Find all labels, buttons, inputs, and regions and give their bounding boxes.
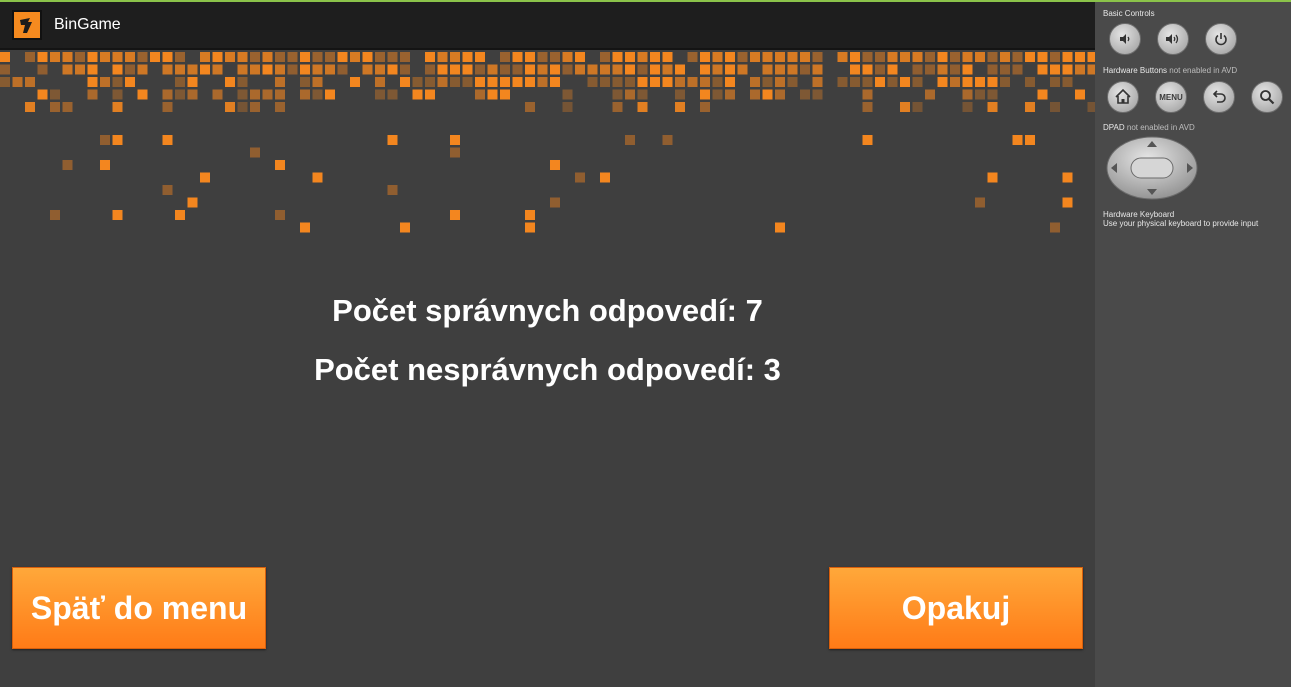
search-button[interactable]: [1251, 81, 1283, 113]
dpad-control[interactable]: [1105, 135, 1199, 201]
back-to-menu-button[interactable]: Späť do menu: [12, 567, 266, 649]
dpad-title: DPAD: [1103, 123, 1125, 132]
hardware-keyboard-note: Use your physical keyboard to provide in…: [1103, 219, 1259, 228]
action-bar: BinGame: [0, 2, 1095, 50]
hardware-buttons-title: Hardware Buttons: [1103, 66, 1168, 75]
wrong-answers-count: Počet nesprávnych odpovedí: 3: [314, 352, 781, 387]
app-title: BinGame: [54, 16, 121, 33]
volume-down-button[interactable]: [1109, 23, 1141, 55]
menu-button-label: MENU: [1159, 92, 1183, 102]
correct-answers-count: Počet správnych odpovedí: 7: [332, 293, 763, 328]
pixel-banner-decoration: [0, 52, 1095, 233]
device-screen: BinGame Počet správnych odpovedí: 7 Poče…: [0, 2, 1095, 687]
power-icon: [1215, 33, 1227, 46]
hardware-buttons-label: Hardware Buttons not enabled in AVD: [1103, 66, 1237, 75]
app-logo-icon: [12, 10, 42, 40]
power-button[interactable]: [1205, 23, 1237, 55]
hardware-buttons-note: not enabled in AVD: [1169, 66, 1238, 75]
emulator-control-panel: Basic Controls Hardware Buttons not enab…: [1095, 2, 1291, 687]
home-button[interactable]: [1107, 81, 1139, 113]
home-icon: [1115, 88, 1131, 104]
back-arrow-icon: [1212, 90, 1226, 103]
hardware-keyboard-title: Hardware Keyboard: [1103, 210, 1175, 219]
back-button[interactable]: [1203, 81, 1235, 113]
volume-up-icon: [1166, 34, 1179, 44]
basic-controls-label: Basic Controls: [1103, 9, 1155, 18]
search-icon: [1260, 90, 1275, 105]
dpad-label: DPAD not enabled in AVD: [1103, 123, 1195, 132]
menu-button[interactable]: MENU: [1155, 81, 1187, 113]
retry-button[interactable]: Opakuj: [829, 567, 1083, 649]
volume-up-button[interactable]: [1157, 23, 1189, 55]
dpad-note: not enabled in AVD: [1126, 123, 1195, 132]
volume-down-icon: [1120, 34, 1130, 44]
